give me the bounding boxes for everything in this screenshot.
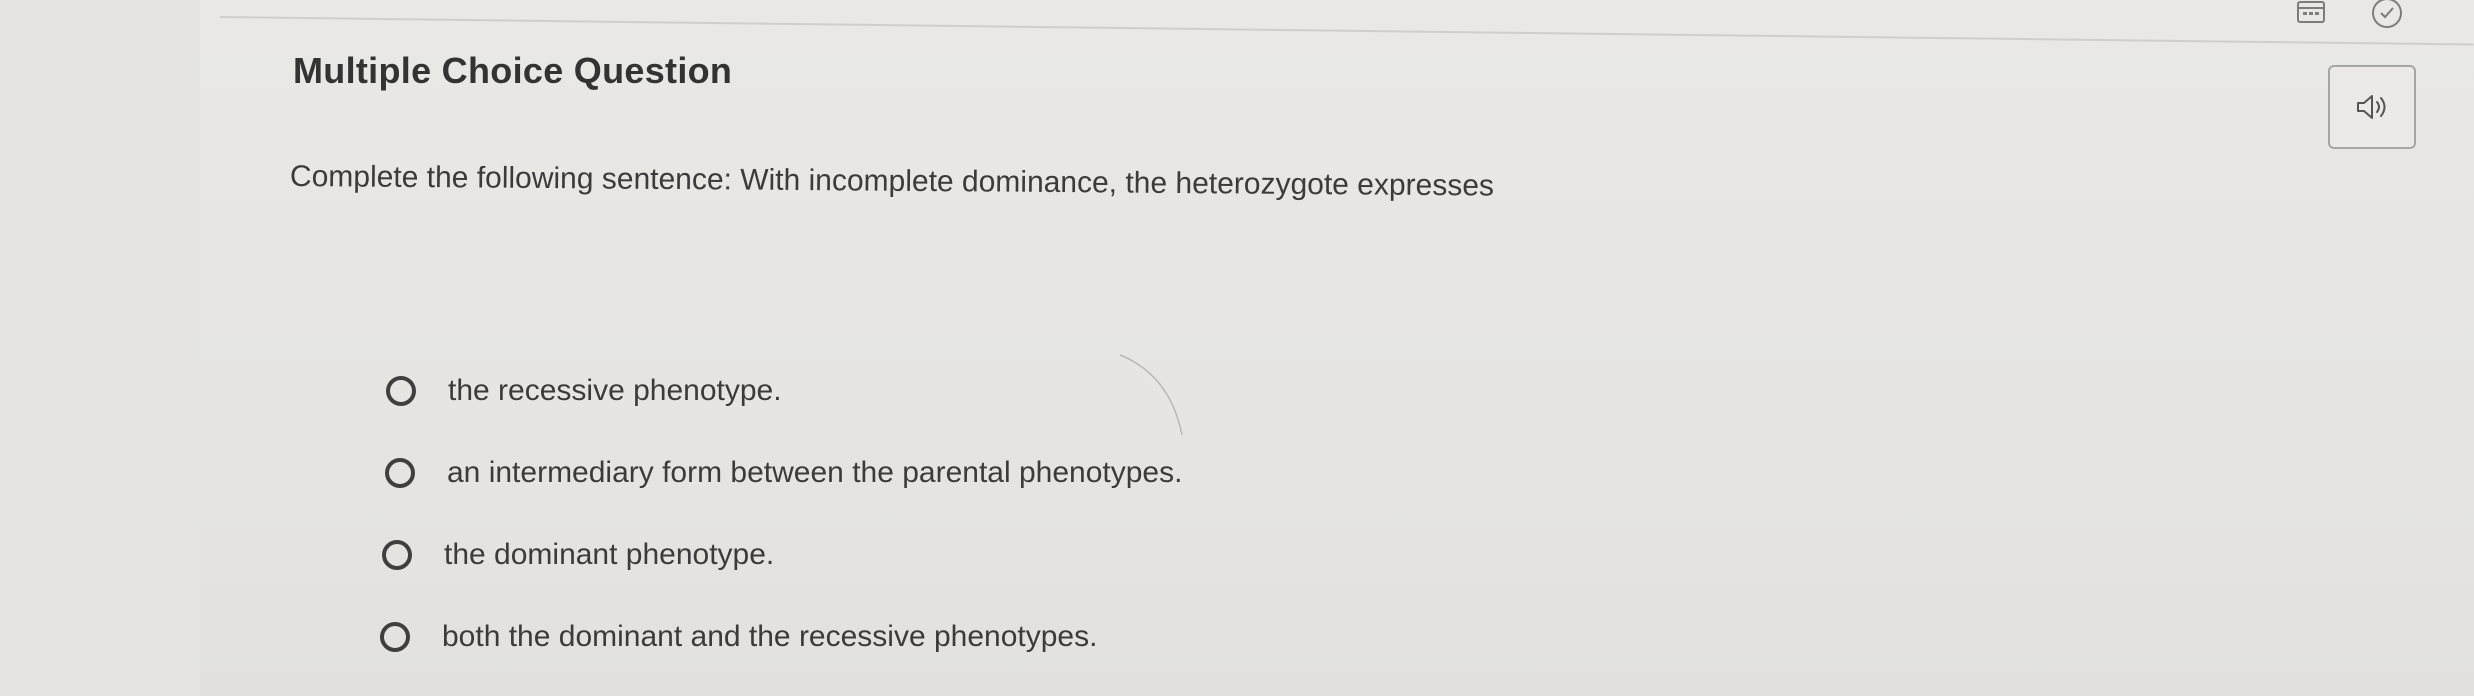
answer-option[interactable]: an intermediary form between the parenta… xyxy=(385,432,1182,514)
answer-option[interactable]: the recessive phenotype. xyxy=(386,350,1182,432)
option-label: the dominant phenotype. xyxy=(444,538,775,571)
radio-button[interactable] xyxy=(380,622,410,652)
screen-glare-mark xyxy=(1119,354,1183,436)
speaker-icon xyxy=(2357,95,2386,119)
check-circle-icon[interactable] xyxy=(2370,0,2404,30)
answer-option[interactable]: the dominant phenotype. xyxy=(382,514,1182,596)
left-gutter xyxy=(0,0,200,696)
calendar-icon[interactable] xyxy=(2296,0,2326,24)
top-toolbar xyxy=(2296,0,2404,30)
option-label: the recessive phenotype. xyxy=(448,374,782,407)
answer-options: the recessive phenotype. an intermediary… xyxy=(380,350,1182,678)
radio-button[interactable] xyxy=(385,458,415,488)
option-label: both the dominant and the recessive phen… xyxy=(442,620,1098,653)
option-label: an intermediary form between the parenta… xyxy=(447,456,1183,489)
read-aloud-button[interactable] xyxy=(2328,65,2416,149)
radio-button[interactable] xyxy=(386,376,416,406)
question-type-heading: Multiple Choice Question xyxy=(293,50,733,91)
radio-button[interactable] xyxy=(382,540,412,570)
answer-option[interactable]: both the dominant and the recessive phen… xyxy=(380,596,1182,678)
